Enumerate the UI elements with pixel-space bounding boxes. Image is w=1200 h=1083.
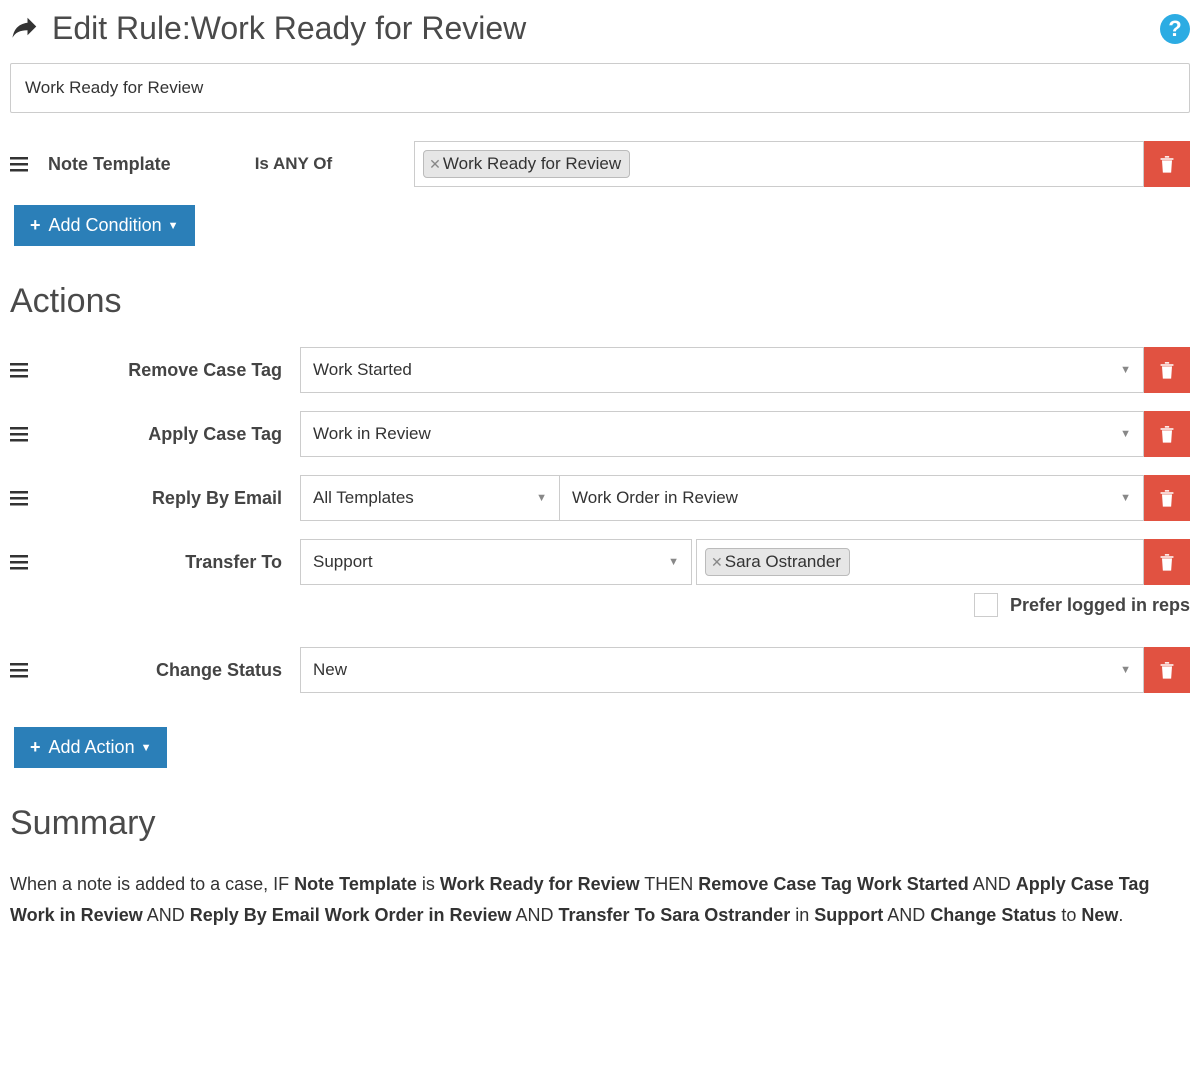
drag-handle-icon[interactable] [10,554,34,570]
summary-seg: AND [143,905,190,925]
condition-field-label: Note Template [48,154,171,175]
action-label: Change Status [34,660,304,681]
remove-tag-icon[interactable]: ✕ [429,156,441,173]
chevron-down-icon: ▼ [668,556,679,568]
action-row-remove-case-tag: Remove Case Tag Work Started ▼ [10,347,1190,393]
action-label: Remove Case Tag [34,360,304,381]
transfer-person-text: Sara Ostrander [725,552,841,572]
action-row-change-status: Change Status New ▼ [10,647,1190,693]
trash-icon [1158,424,1176,444]
page-title-prefix: Edit Rule: [52,10,191,47]
summary-seg: Change Status [930,905,1056,925]
add-action-button[interactable]: + Add Action ▼ [14,727,167,768]
share-arrow-icon [10,14,40,44]
change-status-select[interactable]: New ▼ [300,647,1144,693]
transfer-person-chip[interactable]: ✕ Sara Ostrander [705,548,850,576]
drag-handle-icon[interactable] [10,362,34,378]
chevron-down-icon: ▼ [1120,664,1131,676]
delete-action-button[interactable] [1144,539,1190,585]
page-header: Edit Rule: Work Ready for Review ? [10,10,1190,47]
page-title: Edit Rule: Work Ready for Review [10,10,526,47]
summary-heading: Summary [10,804,1190,843]
delete-action-button[interactable] [1144,475,1190,521]
summary-seg: Support [814,905,883,925]
rule-name-input[interactable] [10,63,1190,113]
remove-tag-icon[interactable]: ✕ [711,554,723,571]
action-row-reply-by-email: Reply By Email All Templates ▼ Work Orde… [10,475,1190,521]
chevron-down-icon: ▼ [1120,364,1131,376]
select-value: Work Order in Review [572,488,738,508]
delete-action-button[interactable] [1144,647,1190,693]
trash-icon [1158,660,1176,680]
condition-tag-text: Work Ready for Review [443,154,621,174]
condition-row: Note Template Is ANY Of ✕ Work Ready for… [10,141,1190,187]
summary-seg: AND [512,905,559,925]
email-template-select[interactable]: Work Order in Review ▼ [559,475,1144,521]
actions-heading: Actions [10,282,1190,321]
caret-down-icon: ▼ [141,742,152,754]
select-value: Work in Review [313,424,431,444]
plus-icon: + [30,737,41,758]
add-condition-button[interactable]: + Add Condition ▼ [14,205,195,246]
summary-seg: is [417,874,440,894]
summary-seg: Remove Case Tag Work Started [698,874,968,894]
summary-seg: in [790,905,814,925]
action-row-apply-case-tag: Apply Case Tag Work in Review ▼ [10,411,1190,457]
delete-condition-button[interactable] [1144,141,1190,187]
prefer-logged-in-checkbox[interactable] [974,593,998,617]
trash-icon [1158,154,1176,174]
select-value: Work Started [313,360,412,380]
email-template-group-select[interactable]: All Templates ▼ [300,475,560,521]
summary-seg: to [1056,905,1081,925]
transfer-department-select[interactable]: Support ▼ [300,539,692,585]
select-value: New [313,660,347,680]
trash-icon [1158,552,1176,572]
chevron-down-icon: ▼ [1120,428,1131,440]
summary-seg: . [1118,905,1123,925]
action-label: Transfer To [34,552,304,573]
action-row-transfer-to: Transfer To Support ▼ ✕ Sara Ostrander [10,539,1190,585]
transfer-person-input[interactable]: ✕ Sara Ostrander [696,539,1144,585]
trash-icon [1158,360,1176,380]
add-action-label: Add Action [49,737,135,758]
summary-seg: THEN [640,874,699,894]
trash-icon [1158,488,1176,508]
condition-operator-label: Is ANY Of [255,154,332,174]
summary-seg: When a note is added to a case, IF [10,874,294,894]
condition-tag-chip[interactable]: ✕ Work Ready for Review [423,150,630,178]
page-title-name: Work Ready for Review [191,10,527,47]
condition-tag-input[interactable]: ✕ Work Ready for Review [414,141,1144,187]
summary-seg: Reply By Email Work Order in Review [190,905,512,925]
summary-seg: Note Template [294,874,417,894]
add-condition-label: Add Condition [49,215,162,236]
action-label: Reply By Email [34,488,304,509]
summary-seg: New [1081,905,1118,925]
summary-seg: AND [883,905,930,925]
delete-action-button[interactable] [1144,411,1190,457]
prefer-logged-in-row: Prefer logged in reps [10,593,1190,617]
select-value: All Templates [313,488,414,508]
drag-handle-icon[interactable] [10,156,34,172]
action-label: Apply Case Tag [34,424,304,445]
drag-handle-icon[interactable] [10,426,34,442]
caret-down-icon: ▼ [168,220,179,232]
prefer-logged-in-label: Prefer logged in reps [1010,595,1190,616]
summary-seg: Work Ready for Review [440,874,640,894]
summary-seg: AND [969,874,1016,894]
plus-icon: + [30,215,41,236]
chevron-down-icon: ▼ [1120,492,1131,504]
help-icon[interactable]: ? [1160,14,1190,44]
remove-case-tag-select[interactable]: Work Started ▼ [300,347,1144,393]
summary-seg: Transfer To Sara Ostrander [559,905,791,925]
summary-text: When a note is added to a case, IF Note … [10,869,1190,930]
drag-handle-icon[interactable] [10,662,34,678]
select-value: Support [313,552,373,572]
delete-action-button[interactable] [1144,347,1190,393]
chevron-down-icon: ▼ [536,492,547,504]
drag-handle-icon[interactable] [10,490,34,506]
apply-case-tag-select[interactable]: Work in Review ▼ [300,411,1144,457]
